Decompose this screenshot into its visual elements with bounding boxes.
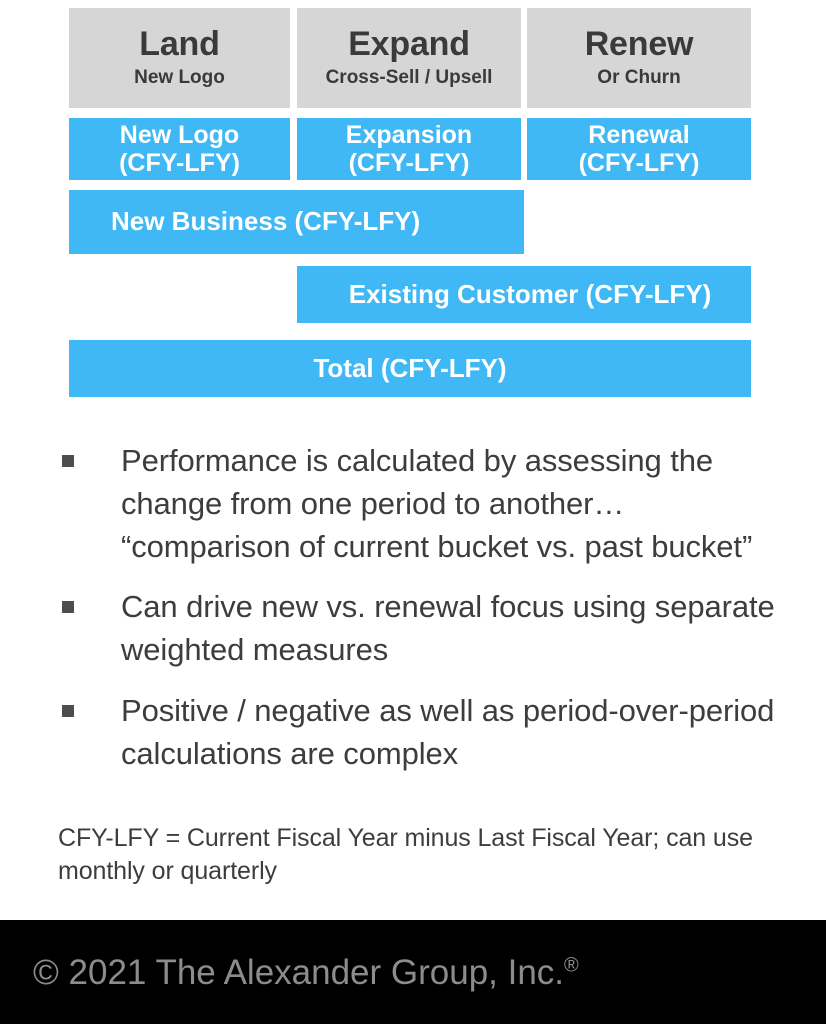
bar-new-logo-line1: New Logo	[119, 121, 240, 149]
bar-total-label: Total (CFY-LFY)	[313, 352, 507, 383]
square-bullet-icon	[62, 601, 74, 614]
stage-title-renew: Renew	[584, 24, 694, 63]
stage-subtitle-renew: Or Churn	[597, 67, 681, 89]
stage-box-land: Land New Logo	[69, 8, 290, 108]
footnote-definition: CFY-LFY = Current Fiscal Year minus Last…	[58, 824, 753, 885]
stage-subtitle-land: New Logo	[134, 67, 225, 89]
bullet-item: Can drive new vs. renewal focus using se…	[58, 586, 798, 672]
bullet-text-1: Performance is calculated by assessing t…	[121, 443, 753, 564]
bar-new-logo: New Logo (CFY-LFY)	[69, 118, 290, 180]
stage-box-expand: Expand Cross-Sell / Upsell	[297, 8, 521, 108]
bar-expansion-line2: (CFY-LFY)	[348, 149, 470, 177]
copyright-label: © 2021 The Alexander Group, Inc.	[33, 953, 565, 992]
bullet-text-2: Can drive new vs. renewal focus using se…	[121, 589, 775, 668]
bar-new-business-label: New Business (CFY-LFY)	[111, 206, 421, 237]
bar-expansion: Expansion (CFY-LFY)	[297, 118, 521, 180]
bullet-item: Positive / negative as well as period-ov…	[58, 690, 798, 776]
bar-expansion-line1: Expansion	[345, 121, 473, 149]
bar-renewal-line1: Renewal	[588, 121, 690, 149]
bar-renewal: Renewal (CFY-LFY)	[527, 118, 751, 180]
copyright-text: © 2021 The Alexander Group, Inc.®	[33, 953, 579, 993]
bar-new-business: New Business (CFY-LFY)	[69, 190, 524, 254]
registered-trademark-icon: ®	[564, 954, 579, 977]
bar-existing-customer: Existing Customer (CFY-LFY)	[297, 266, 751, 323]
bullet-text-3: Positive / negative as well as period-ov…	[121, 692, 775, 771]
bar-existing-customer-label: Existing Customer (CFY-LFY)	[348, 278, 712, 309]
slide-canvas: Land New Logo Expand Cross-Sell / Upsell…	[0, 0, 826, 920]
stage-subtitle-expand: Cross-Sell / Upsell	[325, 67, 493, 89]
bar-total: Total (CFY-LFY)	[69, 340, 751, 397]
bar-new-logo-line2: (CFY-LFY)	[119, 149, 240, 177]
stage-title-land: Land	[139, 24, 220, 63]
square-bullet-icon	[62, 455, 74, 467]
bar-renewal-line2: (CFY-LFY)	[578, 149, 700, 177]
stage-box-renew: Renew Or Churn	[527, 8, 751, 108]
stage-header-row: Land New Logo Expand Cross-Sell / Upsell…	[69, 8, 751, 108]
square-bullet-icon	[62, 704, 74, 717]
bullet-list: Performance is calculated by assessing t…	[58, 440, 798, 793]
stage-title-expand: Expand	[348, 24, 470, 63]
bullet-item: Performance is calculated by assessing t…	[58, 440, 798, 568]
footer-bar: © 2021 The Alexander Group, Inc.®	[0, 920, 826, 1024]
